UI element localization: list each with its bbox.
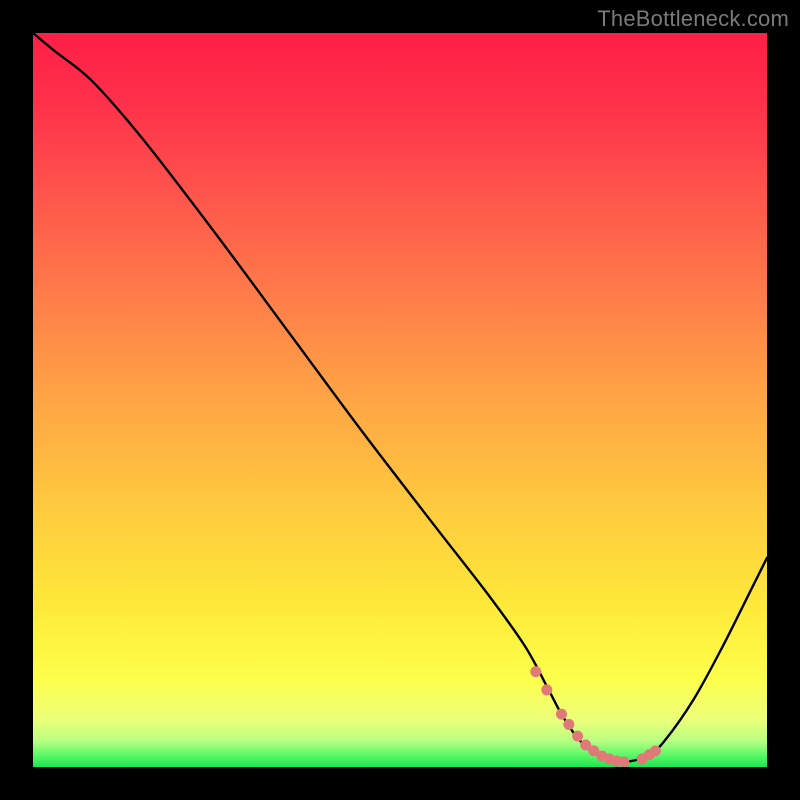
- marker-dot: [530, 666, 541, 677]
- marker-dot: [541, 684, 552, 695]
- marker-dot: [563, 719, 574, 730]
- marker-dot: [618, 756, 629, 767]
- bottleneck-curve: [33, 33, 767, 762]
- marker-dot: [556, 709, 567, 720]
- marker-dot: [572, 731, 583, 742]
- highlight-dots: [530, 666, 661, 767]
- chart-frame: TheBottleneck.com: [0, 0, 800, 800]
- plot-area: [33, 33, 767, 767]
- marker-dot: [650, 745, 661, 756]
- watermark-text: TheBottleneck.com: [597, 6, 789, 32]
- curve-layer: [33, 33, 767, 767]
